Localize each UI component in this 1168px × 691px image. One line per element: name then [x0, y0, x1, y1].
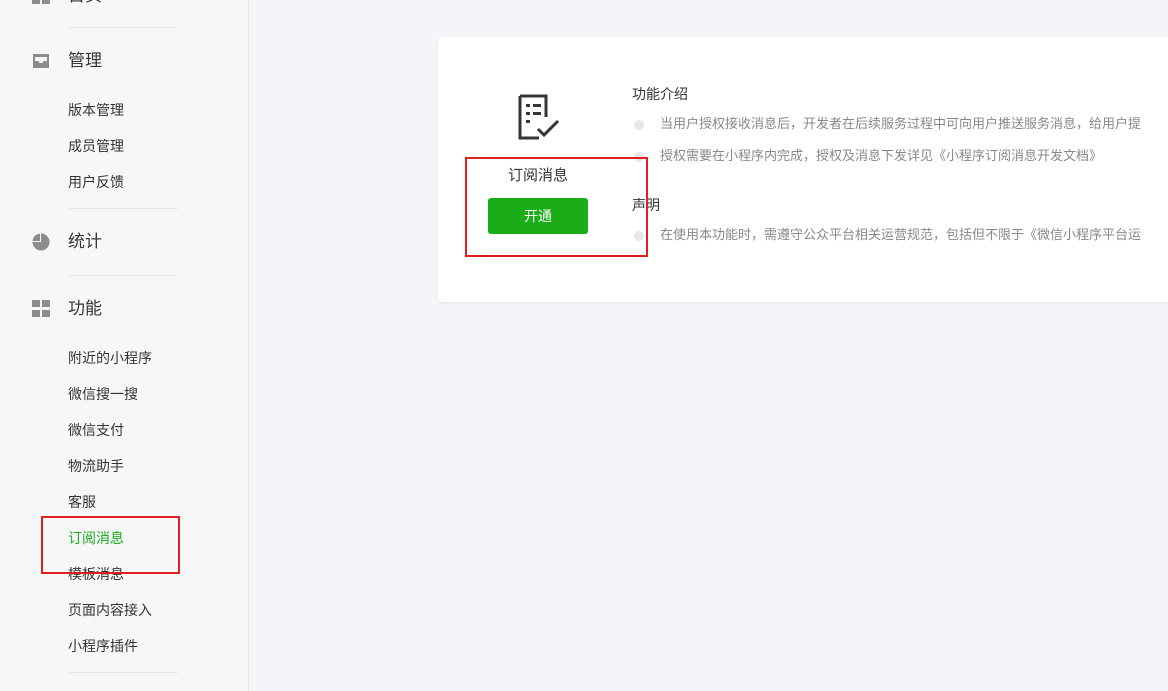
- sidebar-item-miniprogram-plugin[interactable]: 小程序插件: [68, 636, 138, 658]
- intro-text: 授权需要在小程序内完成，授权及消息下发详见《小程序订阅消息开发文档》: [660, 149, 1103, 164]
- sidebar-item-template-message[interactable]: 模板消息: [68, 564, 124, 586]
- bullet-icon: [634, 120, 644, 130]
- enable-button[interactable]: 开通: [488, 198, 588, 234]
- app-root: 首页 管理 版本管理 成员管理 用户反馈 统计: [0, 0, 1168, 691]
- sidebar-category-manage[interactable]: 管理: [0, 46, 248, 76]
- sidebar-divider: [68, 208, 178, 209]
- sidebar-item-wechat-search[interactable]: 微信搜一搜: [68, 384, 138, 406]
- statement-section-title: 声明: [632, 198, 660, 214]
- sidebar-category-label: 功能: [68, 299, 102, 319]
- sidebar-item-user-feedback[interactable]: 用户反馈: [68, 172, 124, 194]
- grid-icon: [32, 300, 50, 317]
- sidebar-item-customer-service[interactable]: 客服: [68, 492, 96, 514]
- grid-icon: [32, 0, 50, 4]
- intro-text: 当用户授权接收消息后，开发者在后续服务过程中可向用户推送服务消息，给用户提: [660, 117, 1142, 132]
- sidebar-item-page-content-access[interactable]: 页面内容接入: [68, 600, 152, 622]
- sidebar-item-nearby-miniprogram[interactable]: 附近的小程序: [68, 348, 152, 370]
- bullet-icon: [634, 152, 644, 162]
- sidebar-category-stats[interactable]: 统计: [0, 227, 248, 257]
- sidebar-category-home[interactable]: 首页: [0, 0, 248, 11]
- document-check-icon: [518, 94, 560, 140]
- statement-text: 在使用本功能时，需遵守公众平台相关运营规范，包括但不限于《微信小程序平台运: [660, 228, 1142, 243]
- sidebar-item-member-manage[interactable]: 成员管理: [68, 136, 124, 158]
- sidebar-item-wechat-pay[interactable]: 微信支付: [68, 420, 124, 442]
- feature-title: 订阅消息: [507, 166, 568, 184]
- subscribe-message-card: 订阅消息 开通 功能介绍 当用户授权接收消息后，开发者在后续服务过程中可向用户推…: [438, 37, 1168, 302]
- sidebar-item-logistics-assistant[interactable]: 物流助手: [68, 456, 124, 478]
- sidebar-divider: [68, 672, 178, 673]
- sidebar-divider: [68, 275, 178, 276]
- sidebar-category-label: 首页: [68, 0, 102, 8]
- sidebar: 首页 管理 版本管理 成员管理 用户反馈 统计: [0, 0, 249, 691]
- sidebar-divider: [68, 27, 178, 28]
- bullet-icon: [634, 231, 644, 241]
- sidebar-item-subscribe-message[interactable]: 订阅消息: [68, 528, 124, 550]
- intro-section-title: 功能介绍: [632, 87, 688, 103]
- sidebar-category-label: 管理: [68, 51, 102, 71]
- sidebar-category-features[interactable]: 功能: [0, 294, 248, 324]
- sidebar-category-label: 统计: [68, 232, 102, 252]
- sidebar-item-version-manage[interactable]: 版本管理: [68, 100, 124, 122]
- inbox-icon: [33, 54, 49, 68]
- pie-chart-icon: [32, 233, 50, 251]
